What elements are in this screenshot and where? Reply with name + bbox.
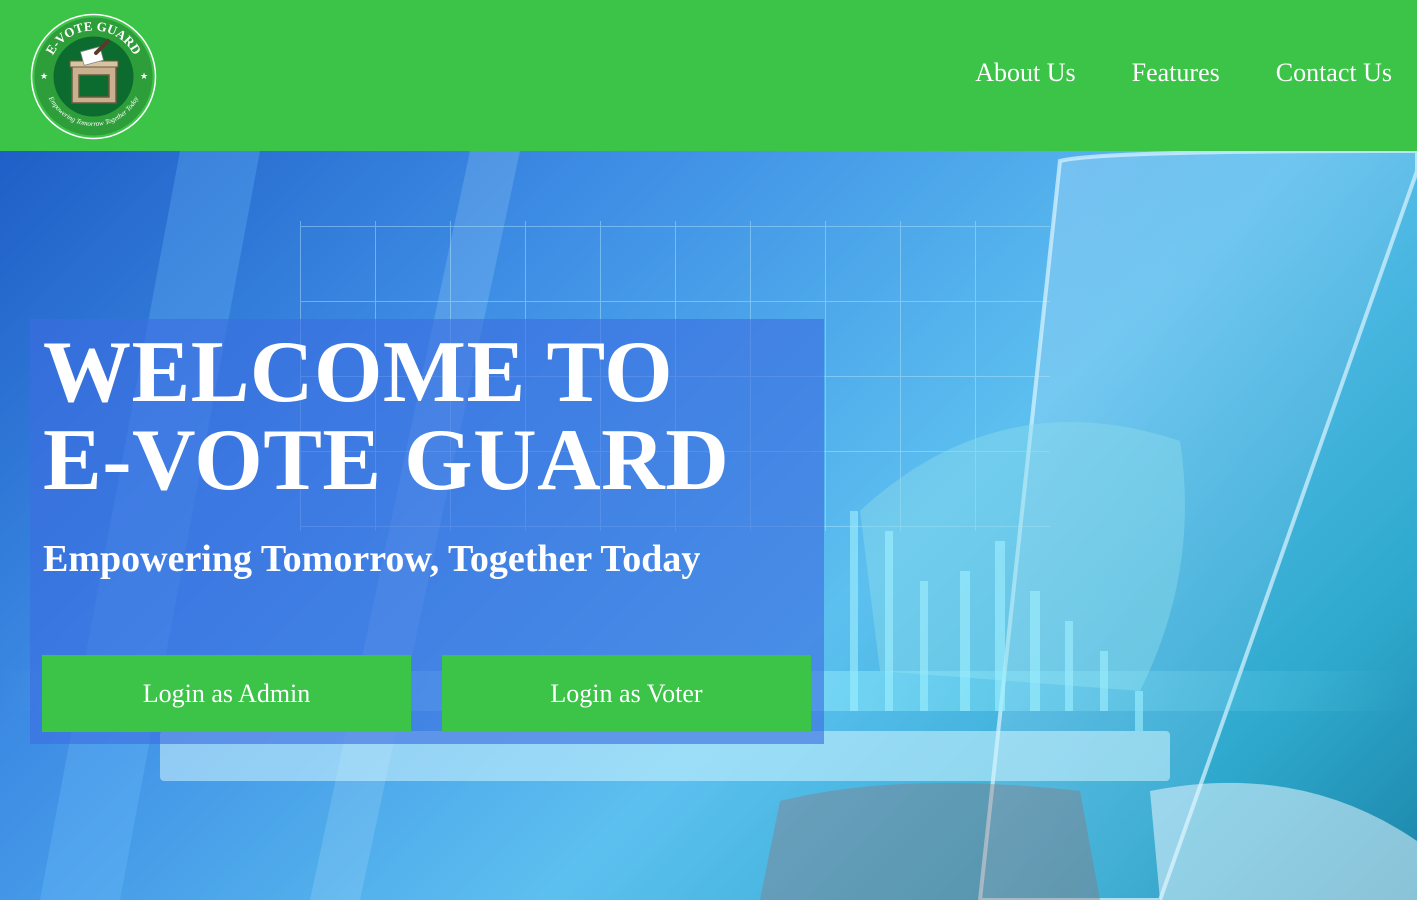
main-nav: About Us Features Contact Us <box>975 58 1392 88</box>
welcome-panel: WELCOME TO E-VOTE GUARD Empowering Tomor… <box>30 319 824 744</box>
hero-section: WELCOME TO E-VOTE GUARD Empowering Tomor… <box>0 151 1417 900</box>
headline-line-1: WELCOME TO <box>43 324 674 421</box>
login-voter-button[interactable]: Login as Voter <box>442 655 811 732</box>
login-admin-button[interactable]: Login as Admin <box>42 655 411 732</box>
hero-headline: WELCOME TO E-VOTE GUARD <box>43 329 729 505</box>
nav-features[interactable]: Features <box>1132 58 1220 88</box>
evote-guard-logo[interactable]: E-VOTE GUARD Empowering Tomorrow Togethe… <box>30 13 157 140</box>
ballot-box-logo-icon: E-VOTE GUARD Empowering Tomorrow Togethe… <box>30 13 157 140</box>
nav-about-us[interactable]: About Us <box>975 58 1075 88</box>
top-navbar: E-VOTE GUARD Empowering Tomorrow Togethe… <box>0 0 1417 151</box>
svg-text:★: ★ <box>140 72 148 82</box>
nav-contact-us[interactable]: Contact Us <box>1276 58 1392 88</box>
hero-tagline: Empowering Tomorrow, Together Today <box>43 538 701 580</box>
headline-line-2: E-VOTE GUARD <box>43 412 730 509</box>
svg-text:★: ★ <box>40 72 48 82</box>
